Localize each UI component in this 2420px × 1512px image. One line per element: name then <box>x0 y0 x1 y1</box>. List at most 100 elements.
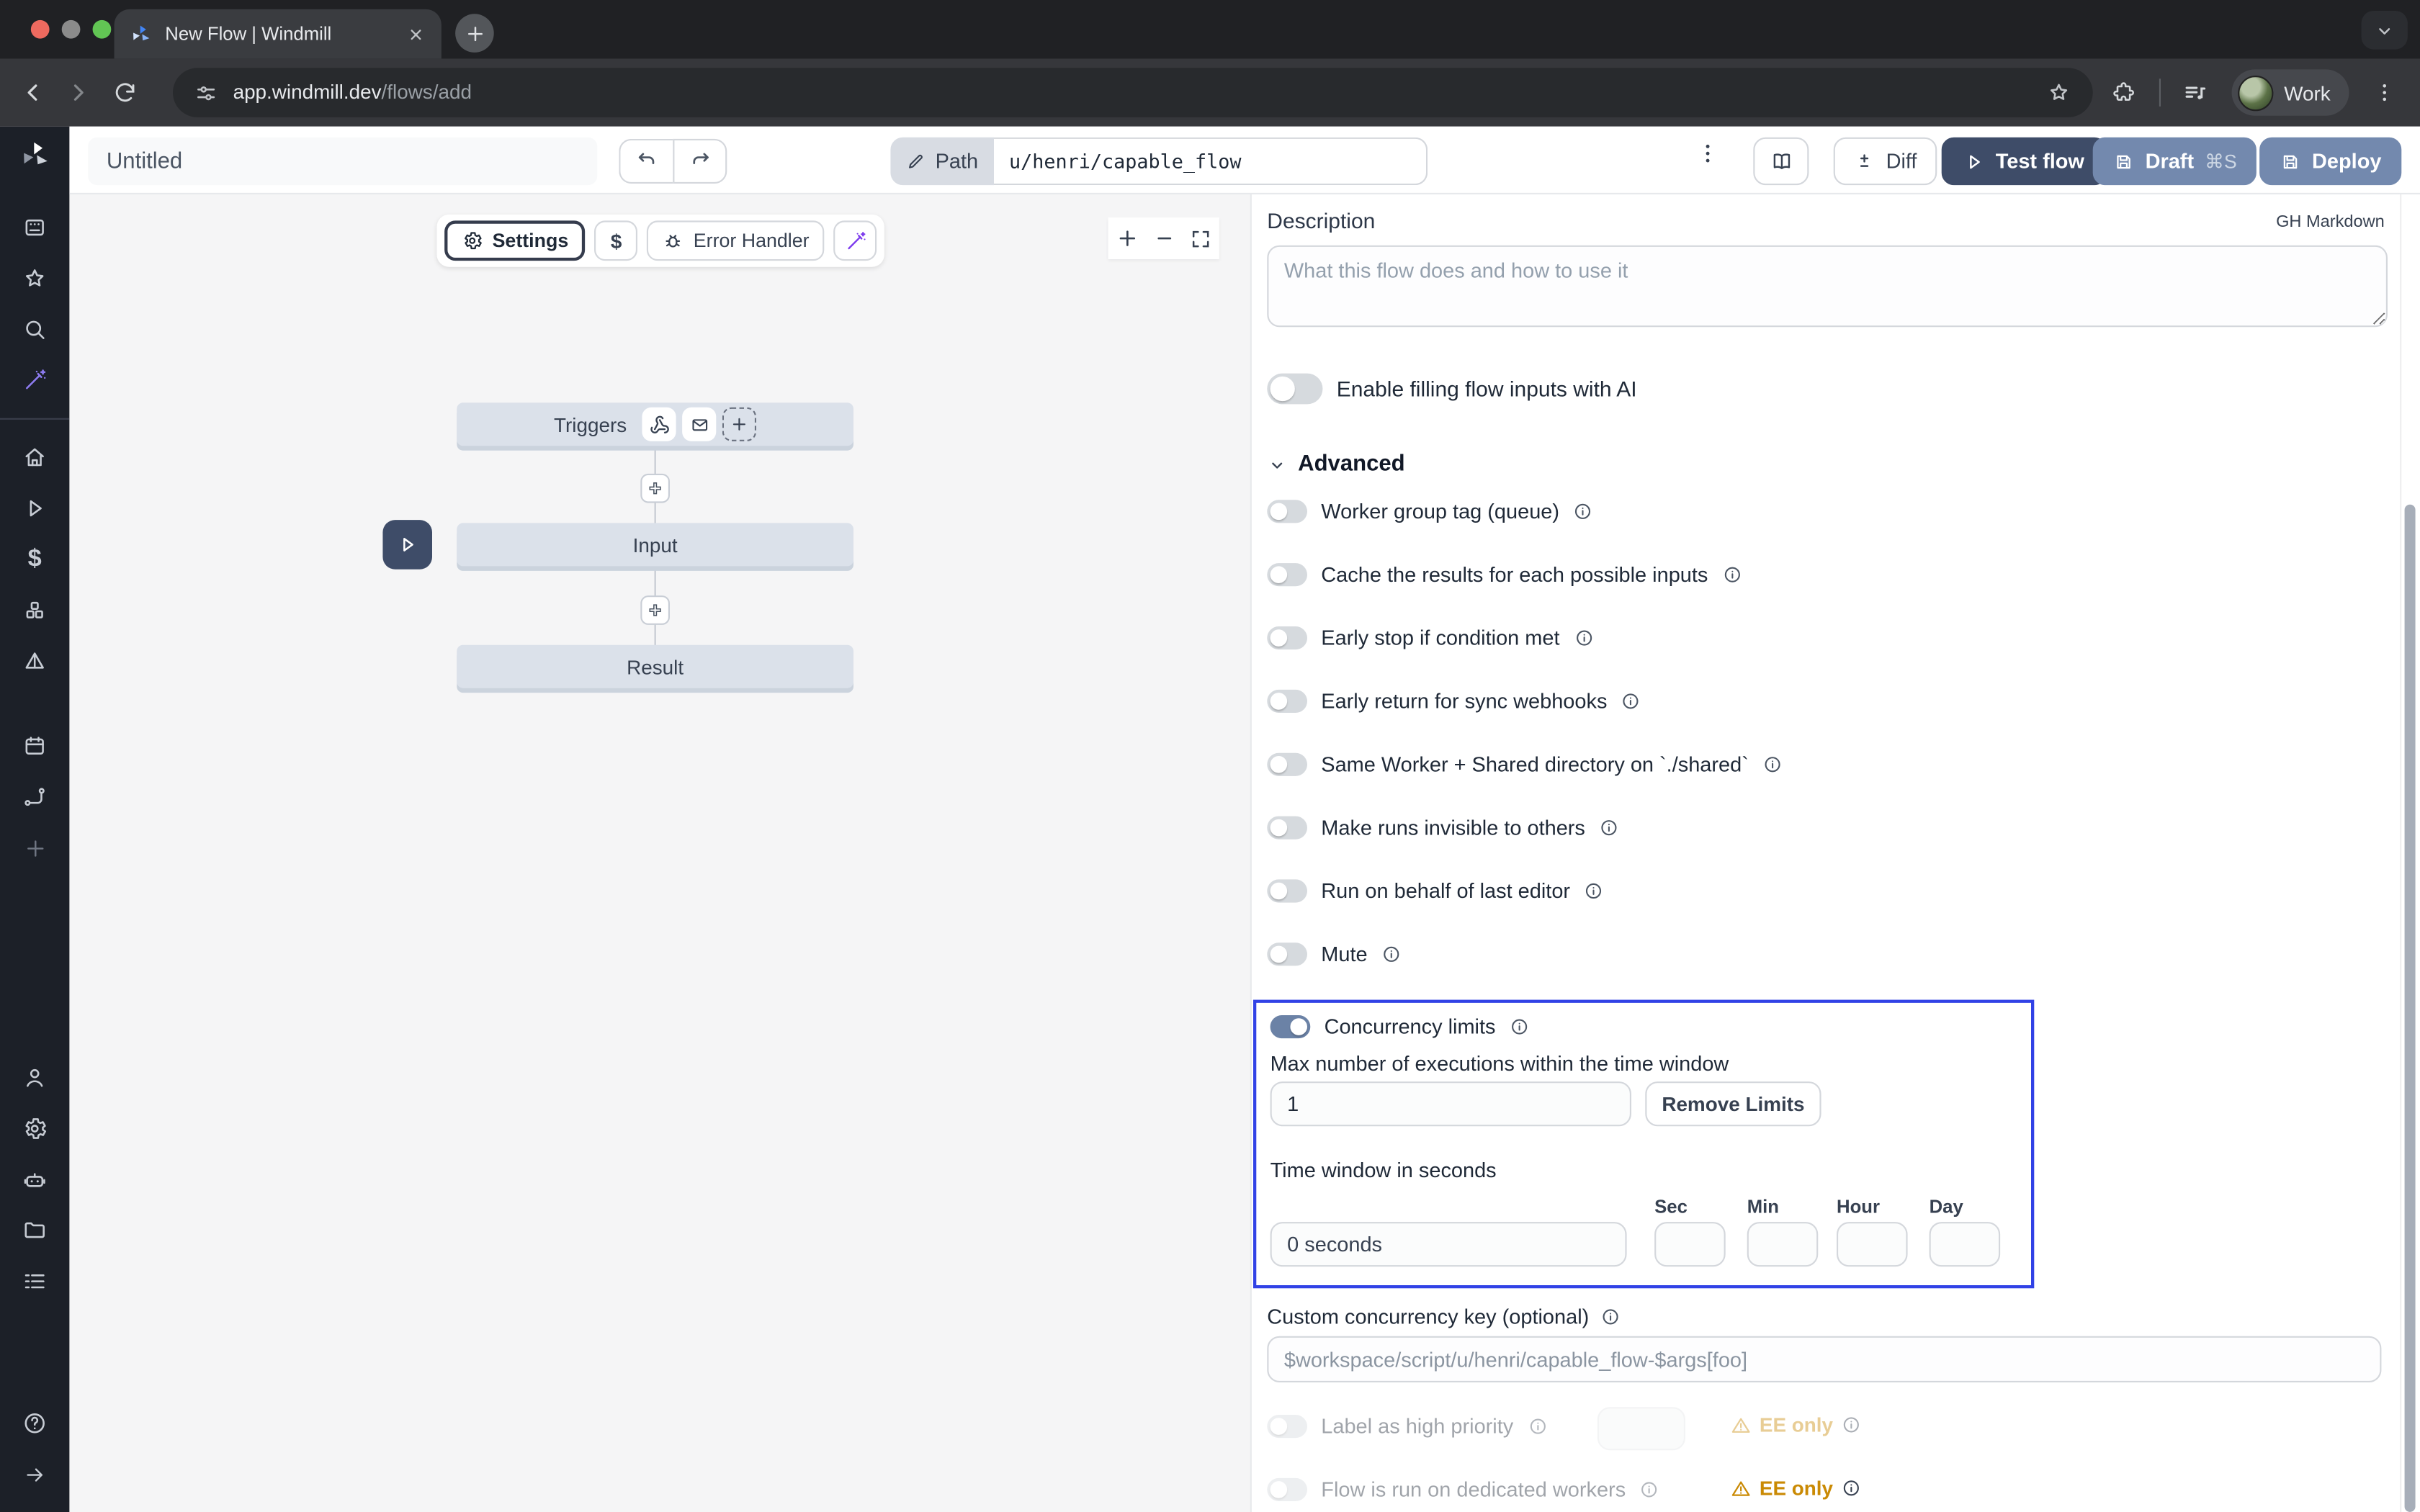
url-bar[interactable]: app.windmill.dev/flows/add <box>173 68 2093 117</box>
info-icon[interactable] <box>1841 1478 1861 1498</box>
undo-button[interactable] <box>619 139 673 184</box>
sidebar-item-schedules[interactable] <box>0 721 69 772</box>
custom-key-input[interactable] <box>1267 1336 2381 1382</box>
mute-toggle[interactable] <box>1267 942 1307 966</box>
min-input[interactable] <box>1747 1222 1819 1266</box>
site-settings-icon[interactable] <box>194 81 218 104</box>
ai-inputs-toggle[interactable] <box>1267 374 1322 405</box>
sidebar-item-add[interactable] <box>0 822 69 873</box>
sidebar-item-search[interactable] <box>0 304 69 355</box>
sidebar-expand-button[interactable] <box>0 1449 69 1500</box>
back-button[interactable] <box>9 69 55 115</box>
redo-button[interactable] <box>673 139 727 184</box>
sidebar-item-apps[interactable] <box>0 202 69 253</box>
same-worker-toggle[interactable] <box>1267 753 1307 776</box>
max-executions-input[interactable] <box>1270 1081 1631 1126</box>
test-flow-button[interactable]: Test flow <box>1942 138 2106 185</box>
sidebar-item-workers[interactable] <box>0 1154 69 1205</box>
cache-results-toggle[interactable] <box>1267 563 1307 586</box>
fit-view-icon[interactable] <box>1191 228 1212 249</box>
add-step-button[interactable] <box>640 474 670 503</box>
sidebar-item-variables[interactable]: $ <box>0 534 69 585</box>
panel-scrollbar-thumb[interactable] <box>2405 505 2416 1512</box>
advanced-section-header[interactable]: Advanced <box>1267 452 1404 477</box>
forward-button[interactable] <box>55 69 102 115</box>
concurrency-limits-toggle[interactable] <box>1270 1015 1311 1038</box>
sidebar-item-logs[interactable] <box>0 1256 69 1307</box>
sidebar-item-home[interactable] <box>0 432 69 483</box>
hour-input[interactable] <box>1837 1222 1908 1266</box>
info-icon[interactable] <box>1573 501 1593 521</box>
info-icon[interactable] <box>1528 1416 1548 1436</box>
add-trigger-button[interactable] <box>722 408 756 441</box>
extensions-icon[interactable] <box>2100 69 2146 115</box>
flow-summary-input[interactable] <box>88 138 597 185</box>
info-icon[interactable] <box>1621 691 1641 711</box>
windmill-logo[interactable] <box>18 139 52 181</box>
sec-input[interactable] <box>1654 1222 1726 1266</box>
path-input[interactable] <box>994 138 1428 185</box>
info-icon[interactable] <box>1381 944 1402 964</box>
worker-group-toggle[interactable] <box>1267 500 1307 523</box>
add-step-button[interactable] <box>640 595 670 625</box>
time-window-input[interactable] <box>1270 1222 1627 1266</box>
tab-search-button[interactable] <box>2362 11 2408 50</box>
browser-menu-icon[interactable] <box>2362 69 2408 115</box>
run-on-behalf-toggle[interactable] <box>1267 879 1307 902</box>
browser-profile-button[interactable]: Work <box>2231 69 2349 115</box>
info-icon[interactable] <box>1841 1415 1861 1435</box>
info-icon[interactable] <box>1584 881 1604 901</box>
sidebar-item-ai[interactable] <box>0 355 69 406</box>
info-icon[interactable] <box>1599 818 1619 838</box>
sidebar-item-folders[interactable] <box>0 1205 69 1256</box>
node-triggers[interactable]: Triggers <box>457 402 853 446</box>
sidebar-item-triggers[interactable] <box>0 636 69 687</box>
ai-assistant-button[interactable] <box>834 220 877 261</box>
browser-tab[interactable]: New Flow | Windmill <box>115 9 442 59</box>
info-icon[interactable] <box>1722 564 1742 585</box>
high-priority-toggle[interactable] <box>1267 1415 1307 1438</box>
zoom-in-icon[interactable] <box>1116 227 1139 250</box>
bookmark-star-icon[interactable] <box>2046 80 2071 104</box>
reading-list-icon[interactable] <box>2173 69 2219 115</box>
info-icon[interactable] <box>1574 628 1594 648</box>
early-stop-toggle[interactable] <box>1267 626 1307 649</box>
sidebar-item-favorites[interactable] <box>0 253 69 304</box>
email-trigger-button[interactable] <box>682 408 716 441</box>
sidebar-item-flows[interactable] <box>0 771 69 822</box>
flow-settings-button[interactable]: Settings <box>444 220 586 261</box>
info-icon[interactable] <box>1762 755 1783 775</box>
sidebar-item-runs[interactable] <box>0 483 69 534</box>
dedicated-workers-toggle[interactable] <box>1267 1478 1307 1501</box>
invisible-runs-toggle[interactable] <box>1267 816 1307 840</box>
node-input[interactable]: Input <box>457 523 853 566</box>
description-textarea[interactable] <box>1267 246 2388 328</box>
remove-limits-button[interactable]: Remove Limits <box>1645 1081 1821 1126</box>
info-icon[interactable] <box>1600 1307 1620 1327</box>
node-result[interactable]: Result <box>457 645 853 688</box>
early-return-toggle[interactable] <box>1267 690 1307 713</box>
info-icon[interactable] <box>1510 1017 1530 1037</box>
sidebar-item-resources[interactable] <box>0 585 69 636</box>
error-handler-button[interactable]: Error Handler <box>647 220 825 261</box>
minimize-window-button[interactable] <box>62 20 81 39</box>
tab-close-icon[interactable] <box>406 24 426 44</box>
info-icon[interactable] <box>1639 1480 1659 1500</box>
reload-button[interactable] <box>102 69 148 115</box>
deploy-button[interactable]: Deploy <box>2259 138 2401 185</box>
sidebar-item-settings[interactable] <box>0 1103 69 1154</box>
workspace-variables-button[interactable]: $ <box>595 220 638 261</box>
new-tab-button[interactable] <box>455 14 494 53</box>
more-options-button[interactable] <box>1695 140 1721 174</box>
run-input-button[interactable] <box>382 520 432 570</box>
diff-button[interactable]: Diff <box>1834 138 1937 185</box>
close-window-button[interactable] <box>31 20 50 39</box>
zoom-window-button[interactable] <box>93 20 112 39</box>
docs-button[interactable] <box>1753 138 1809 185</box>
day-input[interactable] <box>1930 1222 2001 1266</box>
save-draft-button[interactable]: Draft⌘S <box>2093 138 2257 185</box>
sidebar-item-users[interactable] <box>0 1052 69 1103</box>
webhook-trigger-button[interactable] <box>642 408 676 441</box>
sidebar-item-help[interactable] <box>0 1398 69 1449</box>
zoom-out-icon[interactable] <box>1153 227 1176 250</box>
